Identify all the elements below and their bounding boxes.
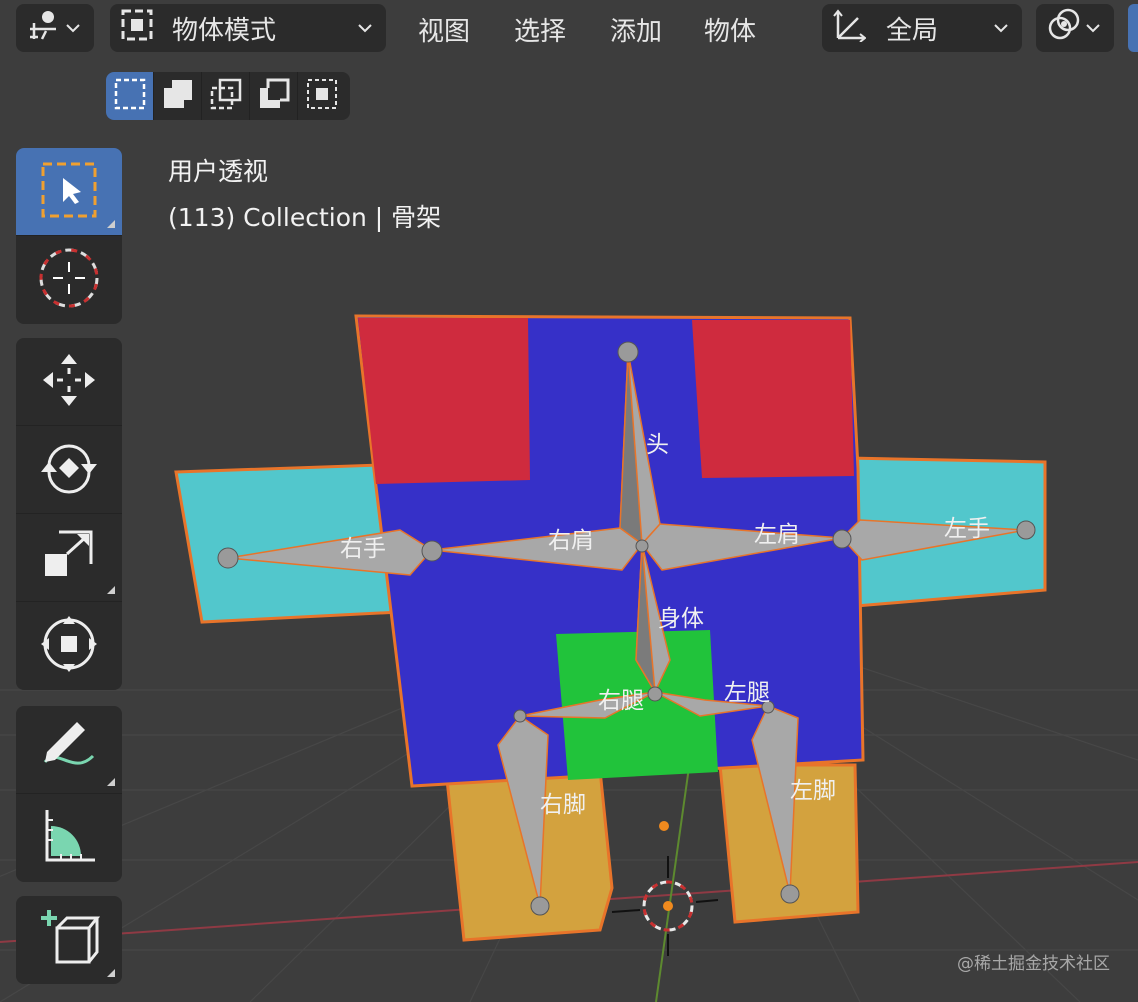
toolbar-transform-group <box>16 338 122 690</box>
editor-type-button[interactable] <box>16 4 94 52</box>
tool-annotate[interactable] <box>16 706 122 794</box>
object-mode-icon <box>120 8 154 49</box>
header-overflow-button[interactable] <box>1128 4 1138 52</box>
bone-label-body: 身体 <box>658 606 704 632</box>
bone-label-leg-r: 右腿 <box>598 688 644 714</box>
select-extend-icon <box>161 77 195 115</box>
tool-select-box[interactable] <box>16 148 122 236</box>
transform-icon <box>37 612 101 680</box>
cursor-icon <box>37 246 101 314</box>
tool-cursor[interactable] <box>16 236 122 324</box>
toolbar-add-group <box>16 896 122 984</box>
orientation-axes-icon <box>832 8 867 49</box>
mode-label: 物体模式 <box>172 15 277 46</box>
select-new-icon <box>113 77 147 115</box>
select-box-icon <box>39 160 99 224</box>
tool-rotate[interactable] <box>16 426 122 514</box>
tool-scale[interactable] <box>16 514 122 602</box>
pivot-icon <box>1046 8 1082 49</box>
mode-dropdown[interactable]: 物体模式 <box>110 4 386 52</box>
toolbar-annotate-group <box>16 706 122 882</box>
select-subtract-icon <box>209 77 243 115</box>
toolbar-select-group <box>16 148 122 324</box>
select-extend-button[interactable] <box>154 72 202 120</box>
orientation-label: 全局 <box>886 15 939 46</box>
menu-add[interactable]: 添加 <box>610 10 662 48</box>
viewport-icon <box>26 9 62 48</box>
tool-transform[interactable] <box>16 602 122 690</box>
more-tools-indicator <box>107 586 115 594</box>
select-intersect-button[interactable] <box>298 72 346 120</box>
object-info-label: (113) Collection | 骨架 <box>168 203 442 232</box>
head-block-left <box>692 320 854 478</box>
select-intersect-icon <box>305 77 339 115</box>
chevron-down-icon <box>1082 17 1104 39</box>
bone-label-hand-l: 左手 <box>944 516 990 542</box>
chevron-down-icon <box>990 17 1012 39</box>
chevron-down-icon <box>62 17 84 39</box>
head-block-right <box>358 318 530 484</box>
more-tools-indicator <box>107 778 115 786</box>
pivot-point-dropdown[interactable] <box>1036 4 1114 52</box>
menu-view[interactable]: 视图 <box>418 10 470 48</box>
tool-add-cube[interactable] <box>16 896 122 984</box>
object-origin <box>659 821 669 831</box>
more-tools-indicator <box>107 969 115 977</box>
bone-label-foot-r: 右脚 <box>540 792 586 818</box>
select-new-button[interactable] <box>106 72 154 120</box>
tool-move[interactable] <box>16 338 122 426</box>
view-name-label: 用户透视 <box>168 157 269 186</box>
bone-label-shoulder-r: 右肩 <box>548 528 594 554</box>
bone-label-foot-l: 左脚 <box>790 778 836 804</box>
bone-label-head: 头 <box>646 432 669 458</box>
watermark: @稀土掘金技术社区 <box>957 954 1110 974</box>
bone-label-leg-l: 左腿 <box>724 680 770 706</box>
move-icon <box>37 348 101 416</box>
transform-orientation-dropdown[interactable]: 全局 <box>822 4 1022 52</box>
scale-icon <box>37 524 101 592</box>
rotate-icon <box>37 436 101 504</box>
select-invert-icon <box>257 77 291 115</box>
select-invert-button[interactable] <box>250 72 298 120</box>
bone-label-hand-r: 右手 <box>340 536 386 562</box>
more-tools-indicator <box>107 220 115 228</box>
tool-measure[interactable] <box>16 794 122 882</box>
selection-mode-strip <box>106 72 350 120</box>
add-cube-icon <box>37 906 101 974</box>
menu-object[interactable]: 物体 <box>704 10 756 48</box>
annotate-icon <box>37 716 101 784</box>
chevron-down-icon <box>354 17 376 39</box>
select-subtract-button[interactable] <box>202 72 250 120</box>
measure-icon <box>37 804 101 872</box>
3d-viewport[interactable]: 头 右手 右肩 左肩 左手 身体 右腿 左腿 右脚 左脚 <box>0 0 1138 1002</box>
bone-label-shoulder-l: 左肩 <box>754 522 800 548</box>
menu-select[interactable]: 选择 <box>514 10 566 48</box>
